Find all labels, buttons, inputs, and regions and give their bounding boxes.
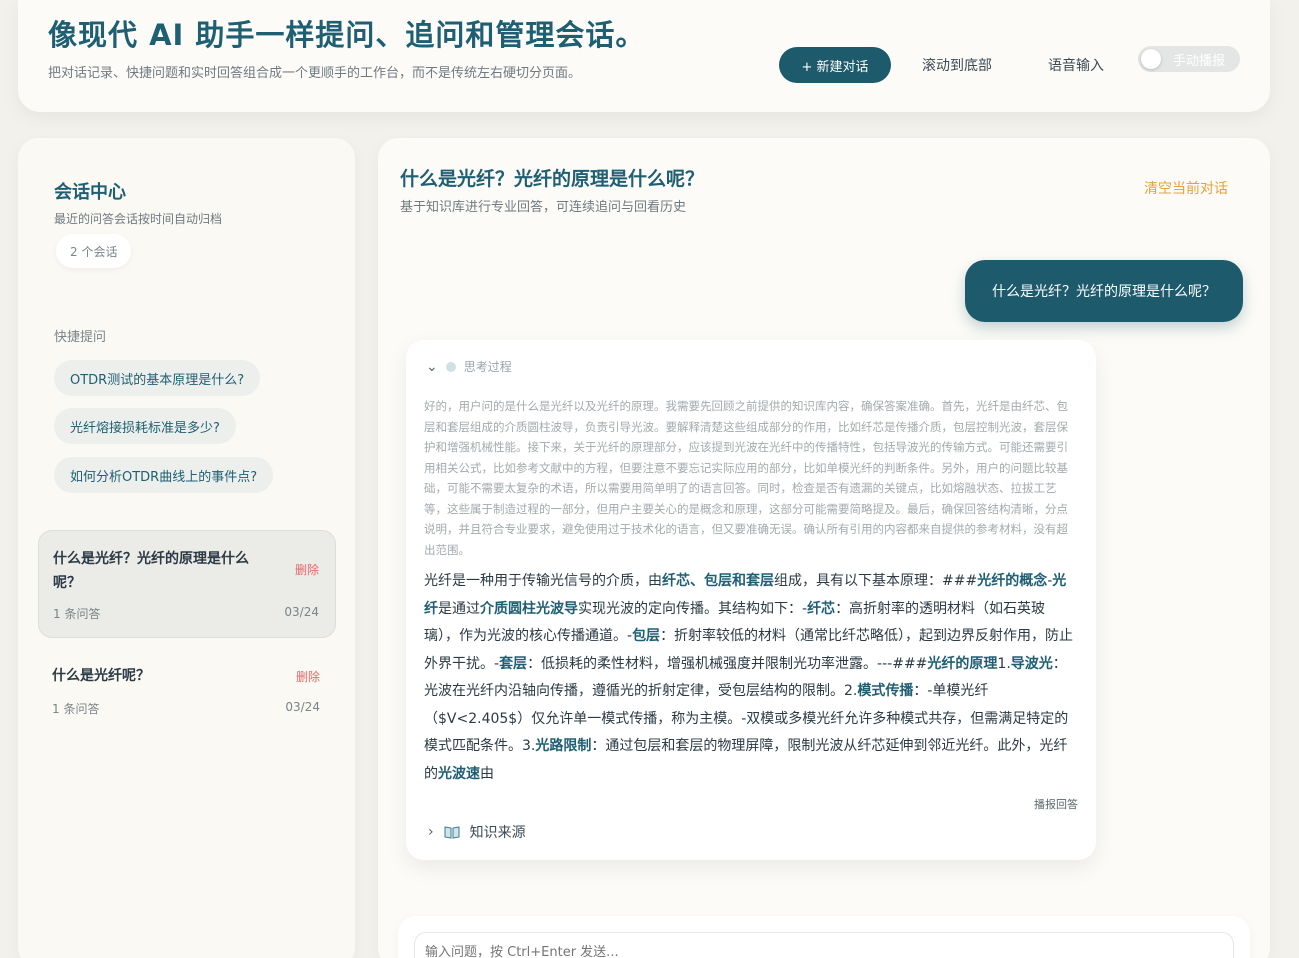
conversation-meta: 1 条问答 (53, 607, 101, 621)
answer-segment: ：低损耗的柔性材料，增强机械强度并限制光功率泄露。---### (527, 655, 928, 672)
answer-segment: 由 (480, 765, 494, 782)
answer-keyword: 导波光 (1010, 655, 1053, 672)
conversation-date: 03/24 (285, 700, 320, 714)
answer-keyword: 光路限制 (535, 738, 592, 754)
think-toggle[interactable]: ⌄ 思考过程 (426, 358, 512, 375)
new-chat-button[interactable]: + 新建对话 (779, 47, 891, 83)
delete-conversation-button[interactable]: 删除 (295, 561, 319, 578)
conversation-item[interactable]: 什么是光纤呢？ 删除 1 条问答 03/24 (38, 650, 336, 728)
answer-keyword: 模式传播 (857, 683, 914, 699)
chat-panel: 什么是光纤？光纤的原理是什么呢？ 基于知识库进行专业回答，可连续追问与回看历史 … (378, 138, 1270, 958)
conversation-item[interactable]: 什么是光纤？光纤的原理是什么呢？ 删除 1 条问答 03/24 (38, 530, 336, 638)
session-center-desc: 最近的问答会话按时间自动归档 (54, 212, 223, 226)
voice-input-button[interactable]: 语音输入 (1048, 55, 1104, 75)
toggle-knob (1141, 49, 1161, 69)
think-label: 思考过程 (463, 360, 512, 374)
answer-segment: 1. (997, 655, 1011, 672)
session-center-title: 会话中心 (54, 182, 126, 203)
chevron-down-icon: ⌄ (426, 358, 438, 375)
conversation-meta: 1 条问答 (52, 702, 100, 716)
chat-title: 什么是光纤？光纤的原理是什么呢？ (400, 168, 705, 190)
page-subtitle: 把对话记录、快捷问题和实时回答组合成一个更顺手的工作台，而不是传统左右硬切分页面… (48, 66, 582, 81)
input-area (398, 916, 1250, 958)
play-answer-button[interactable]: 播报回答 (1034, 796, 1078, 812)
quick-questions-title: 快捷提问 (54, 330, 107, 345)
sources-label: 知识来源 (469, 825, 526, 841)
answer-keyword: 介质圆柱光波导 (480, 600, 578, 617)
top-header: 像现代 AI 助手一样提问、追问和管理会话。 把对话记录、快捷问题和实时回答组合… (18, 0, 1270, 112)
chevron-right-icon: › (428, 824, 434, 840)
page-title: 像现代 AI 助手一样提问、追问和管理会话。 (48, 18, 646, 52)
manual-play-toggle[interactable]: 手动播报 (1138, 46, 1240, 72)
answer-keyword: 纤芯 (807, 600, 836, 617)
answer-keyword: 光纤的原理 (927, 655, 998, 672)
answer-keyword: 包层 (632, 628, 661, 644)
delete-conversation-button[interactable]: 删除 (296, 668, 320, 685)
conversation-date: 03/24 (284, 605, 319, 619)
manual-play-label: 手动播报 (1173, 53, 1226, 69)
answer-segment: 组成，具有以下基本原理：### (774, 573, 978, 589)
session-center: 会话中心 最近的问答会话按时间自动归档 2 个会话 (36, 162, 336, 292)
scroll-bottom-button[interactable]: 滚动到底部 (922, 55, 992, 75)
answer-segment: 是通过 (438, 600, 480, 617)
book-icon (444, 826, 460, 839)
conversation-title: 什么是光纤呢？ (52, 668, 150, 684)
question-input[interactable] (414, 932, 1234, 958)
user-message-bubble: 什么是光纤？光纤的原理是什么呢？ (965, 260, 1243, 322)
sidebar: 会话中心 最近的问答会话按时间自动归档 2 个会话 快捷提问 OTDR测试的基本… (18, 138, 355, 958)
quick-question-button[interactable]: 如何分析OTDR曲线上的事件点? (54, 457, 274, 493)
quick-question-button[interactable]: OTDR测试的基本原理是什么? (54, 360, 261, 396)
answer-segment: 光纤是一种用于传输光信号的介质，由 (424, 573, 662, 589)
chat-subtitle: 基于知识库进行专业回答，可连续追问与回看历史 (400, 200, 687, 215)
answer-keyword: 纤芯、包层和套层 (662, 573, 774, 589)
conversation-title: 什么是光纤？光纤的原理是什么呢？ (53, 551, 249, 591)
thinking-text: 好的，用户问的是什么是光纤以及光纤的原理。我需要先回顾之前提供的知识库内容，确保… (424, 399, 1068, 557)
answer-segment: 实现光波的定向传播。其结构如下：- (578, 600, 808, 617)
session-count-badge: 2 个会话 (56, 234, 132, 268)
answer-keyword: 套层 (499, 655, 528, 672)
answer-keyword: 光波速 (438, 765, 480, 782)
clear-conversation-button[interactable]: 清空当前对话 (1144, 178, 1228, 198)
thinking-icon (445, 361, 456, 372)
quick-question-button[interactable]: 光纤熔接损耗标准是多少? (54, 408, 236, 444)
knowledge-sources-toggle[interactable]: › 知识来源 (428, 822, 526, 842)
assistant-answer-card: ⌄ 思考过程 好的，用户问的是什么是光纤以及光纤的原理。我需要先回顾之前提供的知… (406, 340, 1096, 860)
answer-keyword: 光纤的概念 (977, 573, 1048, 589)
answer-text: 光纤是一种用于传输光信号的介质，由纤芯、包层和套层组成，具有以下基本原理：###… (424, 568, 1078, 788)
